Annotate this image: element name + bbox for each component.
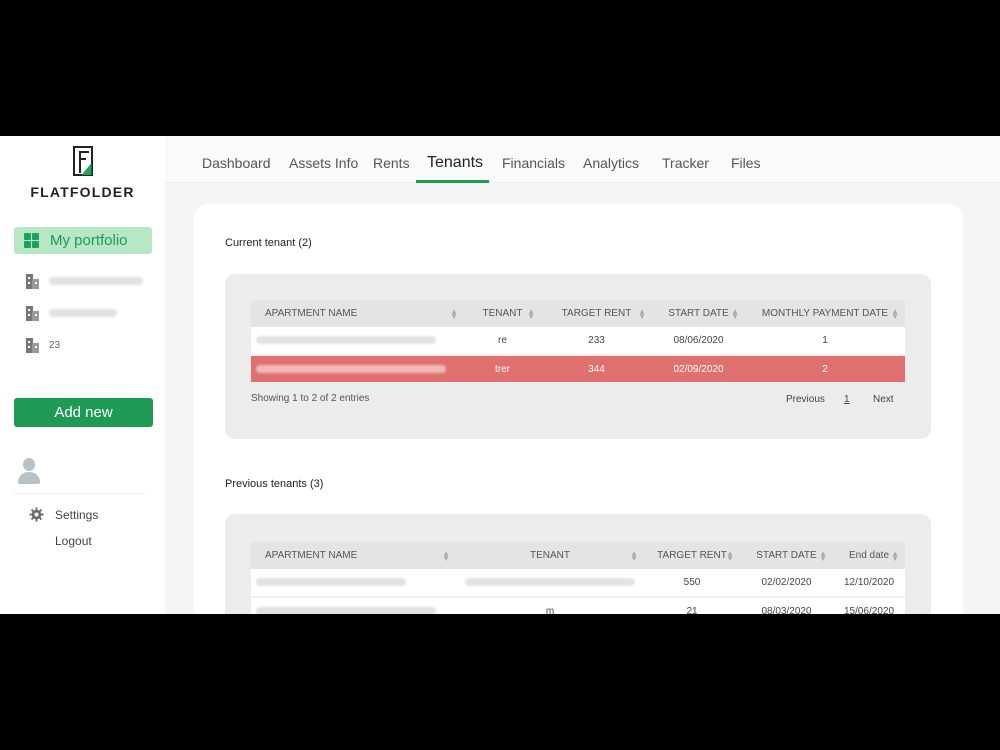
sort-icon: ▲ ▼ (630, 549, 638, 563)
building-icon (26, 305, 39, 321)
sidebar-property-label: 23 (49, 339, 61, 351)
tenants-card: Current tenant (2) APARTMENT NAME ▲ ▼ TENA… (194, 204, 963, 614)
cell-target-rent: 550 (644, 569, 740, 598)
letterbox-top (0, 0, 1000, 136)
tab-tracker[interactable]: Tracker (662, 155, 709, 171)
column-header[interactable]: TARGET RENT ▲ ▼ (644, 542, 740, 569)
previous-tenants-table: APARTMENT NAME ▲ ▼ TENANT ▲ ▼ TARGET RENT ▲ ▼ … (251, 542, 905, 614)
table-row[interactable]: 550 02/02/2020 12/10/2020 (251, 569, 905, 598)
cell-end-date: 12/10/2020 (833, 569, 905, 598)
cell-apartment (251, 569, 456, 598)
cell-target-rent: 21 (644, 597, 740, 614)
cell-apartment (251, 355, 464, 384)
sidebar-property-item[interactable] (26, 272, 156, 290)
cell-target-rent: 344 (541, 355, 652, 384)
table-row[interactable]: re 233 08/06/2020 1 (251, 327, 905, 356)
letterbox-bottom (0, 614, 1000, 750)
pagination-page[interactable]: 1 (844, 394, 850, 405)
pagination-next[interactable]: Next (873, 394, 894, 405)
settings-link[interactable]: Settings (29, 507, 98, 522)
pagination-previous[interactable]: Previous (786, 394, 825, 405)
active-tab-indicator (416, 180, 489, 183)
column-header[interactable]: End date ▲ ▼ (833, 542, 905, 569)
cell-start-date: 02/02/2020 (740, 569, 833, 598)
column-header[interactable]: MONTHLY PAYMENT DATE ▲ ▼ (745, 300, 905, 327)
sidebar-property-item[interactable]: 23 (26, 336, 156, 354)
cell-tenant: trer (464, 355, 541, 384)
table-row-selected[interactable]: trer 344 02/09/2020 2 (251, 355, 905, 384)
cell-tenant (456, 569, 644, 598)
column-header[interactable]: TENANT ▲ ▼ (456, 542, 644, 569)
cell-apartment (251, 327, 464, 356)
column-header[interactable]: START DATE ▲ ▼ (740, 542, 833, 569)
cell-end-date: 15/06/2020 (833, 597, 905, 614)
tab-analytics[interactable]: Analytics (583, 155, 639, 171)
sidebar-item-label: My portfolio (50, 232, 128, 249)
column-header[interactable]: APARTMENT NAME ▲ ▼ (251, 542, 456, 569)
previous-tenants-panel: APARTMENT NAME ▲ ▼ TENANT ▲ ▼ TARGET RENT ▲ ▼ … (225, 514, 931, 614)
tab-tenants[interactable]: Tenants (427, 154, 483, 172)
cell-payment-date: 1 (745, 327, 905, 356)
gear-icon (29, 507, 44, 522)
previous-tenants-title: Previous tenants (3) (225, 478, 324, 490)
sidebar-property-item[interactable] (26, 304, 156, 322)
tab-dashboard[interactable]: Dashboard (202, 155, 271, 171)
current-tenant-title: Current tenant (2) (225, 237, 312, 249)
logout-link[interactable]: Logout (55, 534, 92, 548)
tab-financials[interactable]: Financials (502, 155, 565, 171)
entries-info: Showing 1 to 2 of 2 entries (251, 393, 370, 404)
add-new-button[interactable]: Add new (14, 398, 153, 427)
divider (14, 493, 145, 494)
logo[interactable]: FLATFOLDER (0, 146, 165, 200)
sort-icon: ▲ ▼ (891, 307, 899, 321)
tab-assets-info[interactable]: Assets Info (289, 155, 358, 171)
sort-icon: ▲ ▼ (726, 549, 734, 563)
redacted-property-name (49, 309, 117, 317)
top-tab-bar: Dashboard Assets Info Rents Tenants Fina… (165, 136, 1000, 183)
column-header[interactable]: TENANT ▲ ▼ (464, 300, 541, 327)
table-header-row: APARTMENT NAME ▲ ▼ TENANT ▲ ▼ TARGET RENT ▲ ▼ … (251, 300, 905, 327)
cell-target-rent: 233 (541, 327, 652, 356)
sort-icon: ▲ ▼ (442, 549, 450, 563)
cell-apartment (251, 597, 456, 614)
sort-icon: ▲ ▼ (638, 307, 646, 321)
avatar[interactable] (16, 456, 42, 486)
cell-payment-date: 2 (745, 355, 905, 384)
tab-files[interactable]: Files (731, 155, 761, 171)
column-header[interactable]: APARTMENT NAME ▲ ▼ (251, 300, 464, 327)
building-icon (26, 337, 39, 353)
current-tenant-table: APARTMENT NAME ▲ ▼ TENANT ▲ ▼ TARGET RENT ▲ ▼ … (251, 300, 905, 384)
table-row[interactable]: m 21 08/03/2020 15/06/2020 (251, 597, 905, 614)
building-icon (26, 273, 39, 289)
app-window: FLATFOLDER My portfolio 23 Add new Setti… (0, 136, 1000, 614)
sidebar: FLATFOLDER My portfolio 23 Add new Setti… (0, 136, 165, 614)
sort-icon: ▲ ▼ (891, 549, 899, 563)
flatfolder-logo-icon (71, 146, 95, 178)
sort-icon: ▲ ▼ (731, 307, 739, 321)
column-header[interactable]: START DATE ▲ ▼ (652, 300, 745, 327)
grid-icon (24, 233, 39, 248)
redacted-property-name (49, 277, 143, 285)
settings-label: Settings (55, 507, 99, 522)
logo-text: FLATFOLDER (30, 184, 135, 200)
sort-icon: ▲ ▼ (450, 307, 458, 321)
table-header-row: APARTMENT NAME ▲ ▼ TENANT ▲ ▼ TARGET RENT ▲ ▼ … (251, 542, 905, 569)
cell-start-date: 08/03/2020 (740, 597, 833, 614)
current-tenant-panel: APARTMENT NAME ▲ ▼ TENANT ▲ ▼ TARGET RENT ▲ ▼ … (225, 274, 931, 439)
sort-icon: ▲ ▼ (819, 549, 827, 563)
cell-tenant: m (456, 597, 644, 614)
tab-rents[interactable]: Rents (373, 155, 410, 171)
sort-icon: ▲ ▼ (527, 307, 535, 321)
column-header[interactable]: TARGET RENT ▲ ▼ (541, 300, 652, 327)
cell-tenant: re (464, 327, 541, 356)
sidebar-item-my-portfolio[interactable]: My portfolio (14, 227, 152, 254)
cell-start-date: 08/06/2020 (652, 327, 745, 356)
cell-start-date: 02/09/2020 (652, 355, 745, 384)
